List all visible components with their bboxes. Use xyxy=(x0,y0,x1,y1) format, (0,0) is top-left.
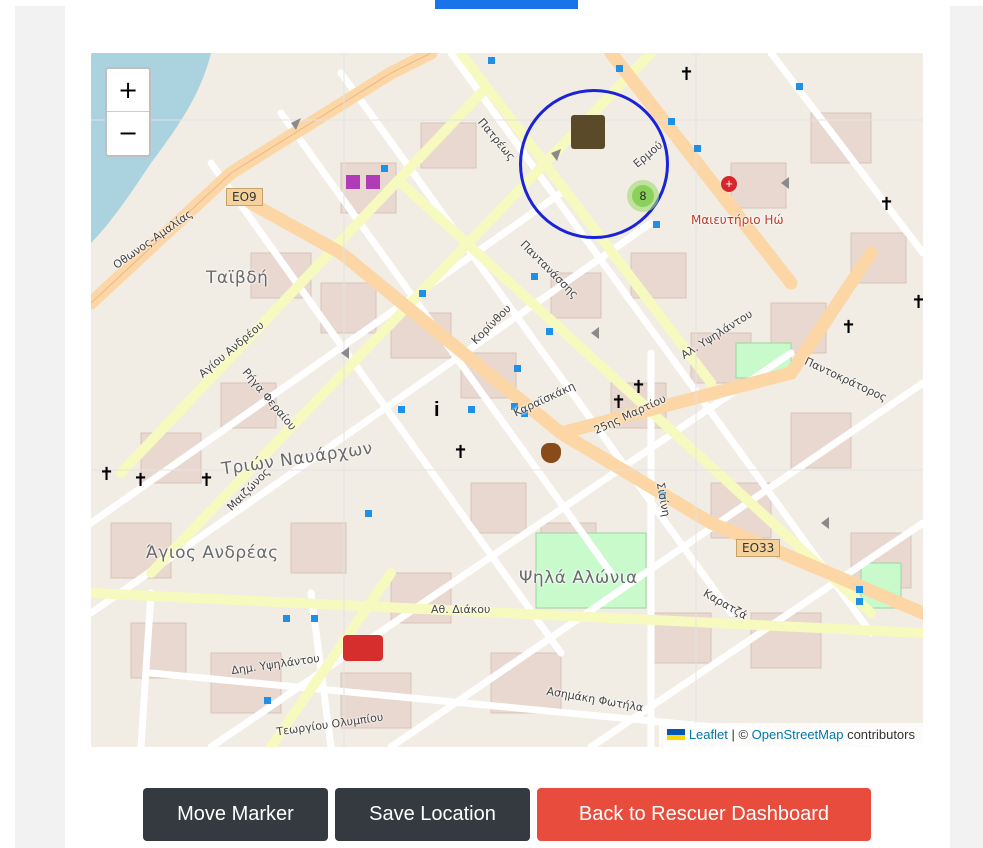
attribution-suffix: contributors xyxy=(843,727,915,742)
zoom-control: + − xyxy=(105,67,151,157)
attribution-separator: | © xyxy=(727,727,752,742)
cluster-count: 8 xyxy=(632,185,654,207)
save-location-button[interactable]: Save Location xyxy=(335,788,530,841)
leaflet-link[interactable]: Leaflet xyxy=(689,727,728,742)
map-container[interactable]: Ψηλά Αλώνια Ταϊβδή Τριών Ναυάρχων Άγιος … xyxy=(91,53,923,747)
action-buttons: Move Marker Save Location Back to Rescue… xyxy=(143,788,871,841)
map-tiles[interactable] xyxy=(91,53,923,747)
osm-link[interactable]: OpenStreetMap xyxy=(752,727,844,742)
road-shield: EO33 xyxy=(736,539,781,557)
marker-cluster[interactable]: 8 xyxy=(627,180,659,212)
zoom-out-button[interactable]: − xyxy=(107,112,149,155)
ukraine-flag-icon xyxy=(666,729,685,740)
back-to-dashboard-button[interactable]: Back to Rescuer Dashboard xyxy=(537,788,871,841)
road-shield: EO9 xyxy=(226,188,263,206)
top-link-underline[interactable] xyxy=(435,0,578,9)
move-marker-button[interactable]: Move Marker xyxy=(143,788,328,841)
zoom-in-button[interactable]: + xyxy=(107,69,149,112)
rescue-radius-circle xyxy=(519,89,669,239)
map-attribution: Leaflet | © OpenStreetMap contributors xyxy=(658,723,923,747)
